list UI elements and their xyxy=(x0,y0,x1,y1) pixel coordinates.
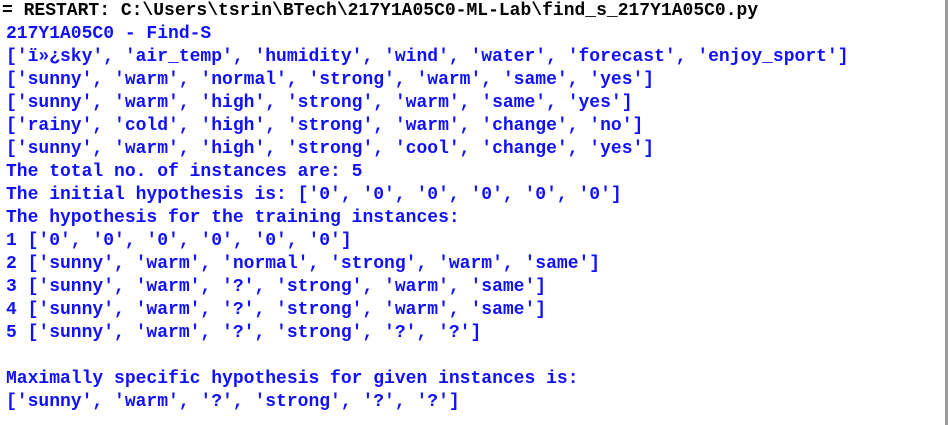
output-line-data-2: ['sunny', 'warm', 'high', 'strong', 'war… xyxy=(6,93,633,113)
output-line-initial-hypothesis: The initial hypothesis is: ['0', '0', '0… xyxy=(6,185,622,205)
output-line-result: ['sunny', 'warm', '?', 'strong', '?', '?… xyxy=(6,392,460,412)
output-line-step-3: 3 ['sunny', 'warm', '?', 'strong', 'warm… xyxy=(6,277,547,297)
output-line-header: ['ï»¿sky', 'air_temp', 'humidity', 'wind… xyxy=(6,47,849,67)
output-line-data-1: ['sunny', 'warm', 'normal', 'strong', 'w… xyxy=(6,70,655,90)
output-line-training-heading: The hypothesis for the training instance… xyxy=(6,208,460,228)
output-line-step-4: 4 ['sunny', 'warm', '?', 'strong', 'warm… xyxy=(6,300,547,320)
output-line-step-2: 2 ['sunny', 'warm', 'normal', 'strong', … xyxy=(6,254,601,274)
output-line-step-5: 5 ['sunny', 'warm', '?', 'strong', '?', … xyxy=(6,323,482,343)
output-line-data-4: ['sunny', 'warm', 'high', 'strong', 'coo… xyxy=(6,139,655,159)
shell-output-area[interactable]: = RESTART: C:\Users\tsrin\BTech\217Y1A05… xyxy=(0,0,948,425)
output-line-total: The total no. of instances are: 5 xyxy=(6,162,363,182)
output-line-data-3: ['rainy', 'cold', 'high', 'strong', 'war… xyxy=(6,116,644,136)
output-line-result-heading: Maximally specific hypothesis for given … xyxy=(6,369,579,389)
output-line-title: 217Y1A05C0 - Find-S xyxy=(6,24,212,44)
output-line-step-1: 1 ['0', '0', '0', '0', '0', '0'] xyxy=(6,231,352,251)
restart-line: = RESTART: C:\Users\tsrin\BTech\217Y1A05… xyxy=(2,1,759,21)
